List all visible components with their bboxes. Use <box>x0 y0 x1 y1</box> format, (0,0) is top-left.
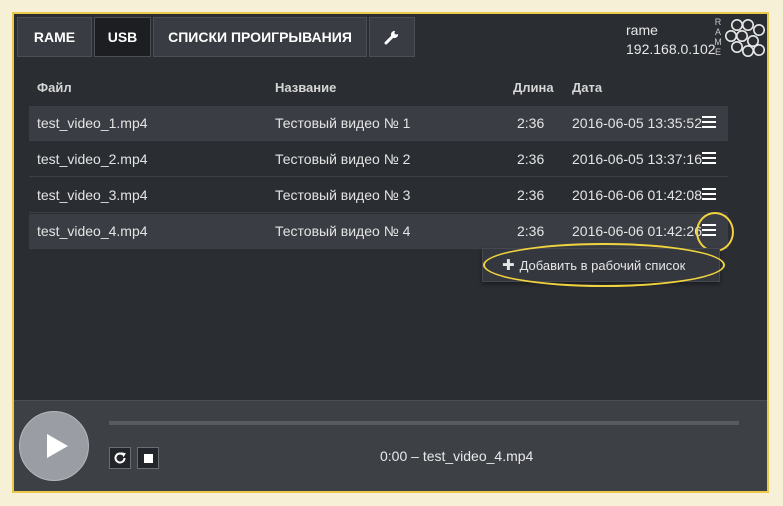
play-button[interactable] <box>19 411 89 481</box>
device-ip: 192.168.0.102 <box>626 41 716 57</box>
rame-logo-icon <box>725 19 765 57</box>
header-file[interactable]: Файл <box>37 80 72 95</box>
plus-icon: ✚ <box>502 257 515 274</box>
play-icon <box>47 434 68 458</box>
logo-text: RAME <box>714 17 724 57</box>
row-date: 2016-06-05 13:37:16 <box>572 151 702 167</box>
table-row[interactable]: test_video_1.mp4 Тестовый видео № 1 2:36… <box>29 106 728 141</box>
device-name: rame <box>626 22 658 38</box>
row-date: 2016-06-06 01:42:08 <box>572 187 702 203</box>
row-length: 2:36 <box>517 151 545 167</box>
row-menu-icon[interactable] <box>702 224 716 238</box>
row-date: 2016-06-06 01:42:26 <box>572 223 702 239</box>
row-title: Тестовый видео № 2 <box>275 151 411 167</box>
row-title: Тестовый видео № 4 <box>275 223 411 239</box>
tab-usb-label: USB <box>107 29 138 45</box>
wrench-icon <box>384 30 399 45</box>
tab-playlists[interactable]: СПИСКИ ПРОИГРЫВАНИЯ <box>153 17 367 57</box>
row-file: test_video_2.mp4 <box>37 151 148 167</box>
now-playing: 0:00 – test_video_4.mp4 <box>380 448 534 464</box>
tab-usb[interactable]: USB <box>94 17 151 57</box>
row-file: test_video_4.mp4 <box>37 223 148 239</box>
row-date: 2016-06-05 13:35:52 <box>572 115 702 131</box>
app-window: RAME USB СПИСКИ ПРОИГРЫВАНИЯ rame 192.16… <box>12 12 769 493</box>
stop-icon <box>143 453 153 463</box>
header-length[interactable]: Длина <box>513 80 554 95</box>
row-title: Тестовый видео № 1 <box>275 115 411 131</box>
table-row[interactable]: test_video_3.mp4 Тестовый видео № 3 2:36… <box>29 178 728 213</box>
header-title[interactable]: Название <box>275 80 336 95</box>
row-file: test_video_1.mp4 <box>37 115 148 131</box>
stop-button[interactable] <box>137 447 159 469</box>
add-to-playlist-menu-item[interactable]: ✚ Добавить в рабочий список <box>482 248 720 282</box>
tab-rame[interactable]: RAME <box>17 17 92 57</box>
table-row-selected[interactable]: test_video_4.mp4 Тестовый видео № 4 2:36… <box>29 214 728 249</box>
row-length: 2:36 <box>517 223 545 239</box>
row-file: test_video_3.mp4 <box>37 187 148 203</box>
logo-letters: RAME <box>714 17 722 57</box>
device-info: rame 192.168.0.102 <box>626 21 716 59</box>
progress-bar[interactable] <box>109 421 739 425</box>
tab-rame-label: RAME <box>33 29 76 45</box>
repeat-icon <box>114 452 126 464</box>
row-length: 2:36 <box>517 187 545 203</box>
row-menu-icon[interactable] <box>702 116 716 130</box>
player-bar: 0:00 – test_video_4.mp4 <box>14 400 767 491</box>
row-title: Тестовый видео № 3 <box>275 187 411 203</box>
table-row[interactable]: test_video_2.mp4 Тестовый видео № 2 2:36… <box>29 142 728 177</box>
repeat-button[interactable] <box>109 447 131 469</box>
tab-playlists-label: СПИСКИ ПРОИГРЫВАНИЯ <box>168 29 352 45</box>
add-to-playlist-label: Добавить в рабочий список <box>519 257 686 273</box>
row-length: 2:36 <box>517 115 545 131</box>
row-menu-icon[interactable] <box>702 188 716 202</box>
row-menu-icon[interactable] <box>702 152 716 166</box>
settings-button[interactable] <box>369 17 415 57</box>
header-date[interactable]: Дата <box>572 80 602 95</box>
